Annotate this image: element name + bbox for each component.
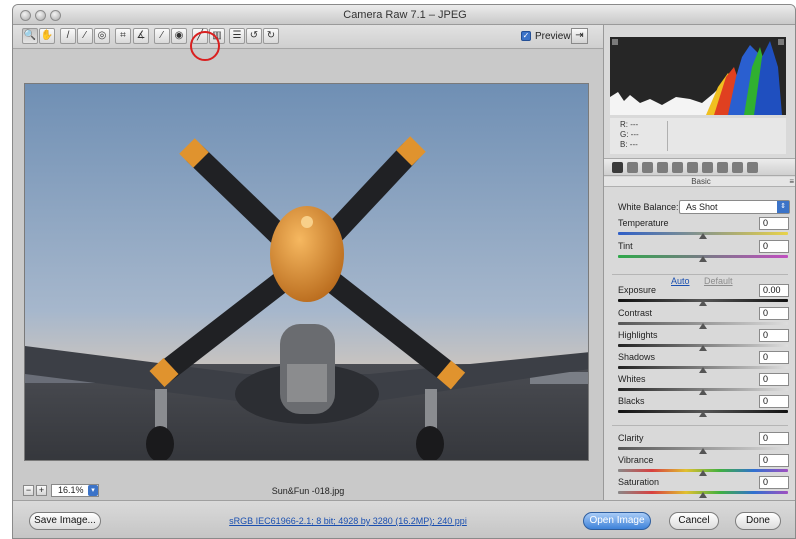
- highlight-clipping-icon[interactable]: [778, 39, 784, 45]
- saturation-label: Saturation: [618, 477, 660, 487]
- temperature-value-field[interactable]: 0: [759, 217, 789, 230]
- adjustments-panel: R: --- G: --- B: --- Basic ≡ White Balan…: [603, 25, 795, 500]
- window-title: Camera Raw 7.1 – JPEG: [343, 9, 467, 21]
- panel-divider: [612, 425, 788, 426]
- rgb-readout: R: --- G: --- B: ---: [610, 118, 786, 154]
- panel-divider: [612, 274, 788, 275]
- readout-divider: [667, 121, 668, 151]
- vibrance-slider-thumb[interactable]: [699, 470, 707, 476]
- contrast-slider-thumb[interactable]: [699, 323, 707, 329]
- highlights-slider-thumb[interactable]: [699, 345, 707, 351]
- tint-value-field[interactable]: 0: [759, 240, 789, 253]
- workflow-options-link[interactable]: sRGB IEC61966-2.1; 8 bit; 4928 by 3280 (…: [198, 516, 498, 526]
- exposure-label: Exposure: [618, 285, 657, 295]
- panel-tabs: [604, 158, 795, 176]
- whites-value-field[interactable]: 0: [759, 373, 789, 386]
- white-balance-label: White Balance:: [618, 202, 679, 212]
- saturation-value-field[interactable]: 0: [759, 476, 789, 489]
- highlights-label: Highlights: [618, 330, 658, 340]
- temperature-label: Temperature: [618, 218, 669, 228]
- blue-readout: B: ---: [620, 140, 638, 149]
- status-bar: − + 16.1% ▾ Sun&Fun -018.jpg: [13, 482, 603, 500]
- hand-icon[interactable]: ✋: [39, 28, 55, 44]
- cancel-button[interactable]: Cancel: [669, 512, 719, 530]
- shadow-clipping-icon[interactable]: [612, 39, 618, 45]
- preview-label: Preview: [535, 31, 571, 42]
- preferences-icon[interactable]: ☰: [229, 28, 245, 44]
- shadows-label: Shadows: [618, 352, 656, 362]
- shadows-slider-thumb[interactable]: [699, 367, 707, 373]
- tint-slider-thumb[interactable]: [699, 256, 707, 262]
- photo-preview[interactable]: [24, 83, 589, 461]
- vibrance-label: Vibrance: [618, 455, 654, 465]
- clarity-label: Clarity: [618, 433, 644, 443]
- blacks-label: Blacks: [618, 396, 645, 406]
- contrast-label: Contrast: [618, 308, 653, 318]
- tone-curve-tab-icon[interactable]: [627, 162, 638, 173]
- save-image-button[interactable]: Save Image...: [29, 512, 101, 530]
- split-toning-tab-icon[interactable]: [672, 162, 683, 173]
- auto-link[interactable]: Auto: [671, 276, 690, 286]
- done-button[interactable]: Done: [735, 512, 781, 530]
- panel-title: Basic: [691, 177, 711, 186]
- white-balance-value: As Shot: [686, 202, 718, 212]
- spot-removal-icon[interactable]: ⁄: [154, 28, 170, 44]
- panel-header: Basic ≡: [604, 177, 795, 187]
- chevron-down-icon: ⇕: [777, 201, 789, 213]
- exposure-slider-thumb[interactable]: [699, 300, 707, 306]
- lens-corrections-tab-icon[interactable]: [687, 162, 698, 173]
- adjustment-brush-highlight-ring: [190, 31, 220, 61]
- targeted-adjustment-icon[interactable]: ◎: [94, 28, 110, 44]
- clarity-value-field[interactable]: 0: [759, 432, 789, 445]
- toolbar: 🔍 ✋ / ⁄ ◎ ⌗ ∡ ⁄ ◉ ╱ ▥ ☰ ↺ ↻ ✓ Preview ⇥: [13, 25, 603, 49]
- presets-tab-icon[interactable]: [732, 162, 743, 173]
- bottom-bar: Save Image... sRGB IEC61966-2.1; 8 bit; …: [13, 500, 795, 538]
- file-name: Sun&Fun -018.jpg: [271, 486, 345, 496]
- zoom-icon[interactable]: 🔍: [22, 28, 38, 44]
- blacks-value-field[interactable]: 0: [759, 395, 789, 408]
- panel-menu-icon[interactable]: ≡: [789, 177, 794, 187]
- rotate-ccw-icon[interactable]: ↺: [246, 28, 262, 44]
- temperature-slider-thumb[interactable]: [699, 233, 707, 239]
- title-bar: Camera Raw 7.1 – JPEG: [13, 5, 795, 25]
- green-readout: G: ---: [620, 130, 639, 139]
- basic-tab-icon[interactable]: [612, 162, 623, 173]
- contrast-value-field[interactable]: 0: [759, 307, 789, 320]
- saturation-slider-thumb[interactable]: [699, 492, 707, 498]
- hsl-tab-icon[interactable]: [657, 162, 668, 173]
- snapshots-tab-icon[interactable]: [747, 162, 758, 173]
- default-link[interactable]: Default: [704, 276, 733, 286]
- color-sampler-icon[interactable]: ⁄: [77, 28, 93, 44]
- red-readout: R: ---: [620, 120, 639, 129]
- clarity-slider-thumb[interactable]: [699, 448, 707, 454]
- camera-calibration-tab-icon[interactable]: [717, 162, 728, 173]
- exposure-value-field[interactable]: 0.00: [759, 284, 789, 297]
- red-eye-icon[interactable]: ◉: [171, 28, 187, 44]
- tint-label: Tint: [618, 241, 633, 251]
- vibrance-value-field[interactable]: 0: [759, 454, 789, 467]
- straighten-icon[interactable]: ∡: [133, 28, 149, 44]
- preview-area[interactable]: [13, 50, 603, 482]
- blacks-slider-thumb[interactable]: [699, 411, 707, 417]
- histogram: [610, 37, 786, 115]
- crop-icon[interactable]: ⌗: [115, 28, 131, 44]
- white-balance-select[interactable]: As Shot ⇕: [679, 200, 790, 214]
- preview-checkbox[interactable]: ✓: [521, 31, 531, 41]
- p51-mustang-photo: [25, 84, 588, 460]
- fx-tab-icon[interactable]: [702, 162, 713, 173]
- fullscreen-toggle-icon[interactable]: ⇥: [571, 28, 588, 44]
- detail-tab-icon[interactable]: [642, 162, 653, 173]
- shadows-value-field[interactable]: 0: [759, 351, 789, 364]
- rotate-cw-icon[interactable]: ↻: [263, 28, 279, 44]
- open-image-button[interactable]: Open Image: [583, 512, 651, 530]
- whites-slider-thumb[interactable]: [699, 389, 707, 395]
- camera-raw-window: Camera Raw 7.1 – JPEG 🔍 ✋ / ⁄ ◎ ⌗ ∡ ⁄ ◉ ╱ ▥ ☰ ↺ ↻ ✓ P…: [12, 4, 796, 539]
- white-balance-icon[interactable]: /: [60, 28, 76, 44]
- highlights-value-field[interactable]: 0: [759, 329, 789, 342]
- whites-label: Whites: [618, 374, 646, 384]
